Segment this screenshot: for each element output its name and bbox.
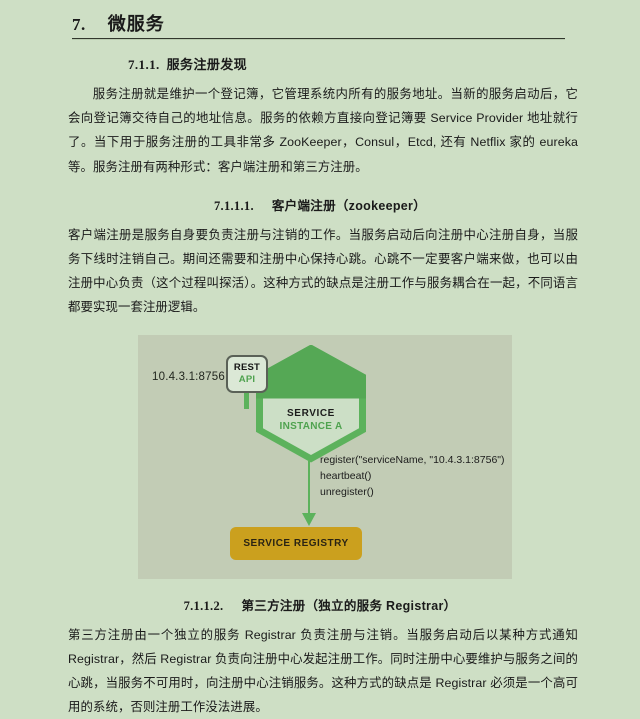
paragraph-intro: 服务注册就是维护一个登记簿，它管理系统内所有的服务地址。当新的服务启动后，它会向… [0,82,640,179]
rest-label: REST [234,362,260,374]
service-registration-diagram: 10.4.3.1:8756 SERVICE INSTANCE A REST AP… [138,335,512,579]
registration-api-calls: register("serviceName, "10.4.3.1:8756") … [320,452,505,501]
service-instance-node: SERVICE INSTANCE A [256,345,366,463]
heading-service-registry-discovery: 7.1.1. 服务注册发现 [0,40,640,73]
heading-text: 服务注册发现 [167,57,247,72]
call-heartbeat: heartbeat() [320,468,505,484]
api-label: API [239,374,255,386]
section-number: 7. [72,15,86,35]
heading-client-registration: 7.1.1.1. 客户端注册（zookeeper） [0,179,640,214]
section-title: 微服务 [108,10,165,36]
ip-address-label: 10.4.3.1:8756 [152,371,225,383]
call-register: register("serviceName, "10.4.3.1:8756") [320,452,505,468]
service-registry-label: SERVICE REGISTRY [243,538,348,549]
registration-arrow-line [308,461,310,519]
service-instance-labels: SERVICE INSTANCE A [256,407,366,434]
heading-third-party-registration: 7.1.1.2. 第三方注册（独立的服务 Registrar） [0,579,640,614]
call-unregister: unregister() [320,484,505,500]
heading-number: 7.1.1. [128,57,160,72]
heading-number: 7.1.1.1. [214,199,254,213]
hexagon-top-cap [256,345,366,399]
rest-api-connector [244,391,249,409]
instance-label: INSTANCE A [256,420,366,434]
registration-arrow-head [302,513,316,526]
heading-text: 第三方注册（独立的服务 Registrar） [241,599,456,613]
page-title: 7. 微服务 [0,0,640,36]
paragraph-client-registration: 客户端注册是服务自身要负责注册与注销的工作。当服务启动后向注册中心注册自身，当服… [0,223,640,320]
service-label: SERVICE [256,407,366,421]
heading-number: 7.1.1.2. [184,599,224,613]
heading-text: 客户端注册（zookeeper） [272,199,426,213]
paragraph-third-party-registration: 第三方注册由一个独立的服务 Registrar 负责注册与注销。当服务启动后以某… [0,623,640,719]
document-page: 7. 微服务 7.1.1. 服务注册发现 服务注册就是维护一个登记簿，它管理系统内… [0,0,640,714]
service-registry-box: SERVICE REGISTRY [230,527,362,560]
rest-api-box: REST API [226,355,268,393]
